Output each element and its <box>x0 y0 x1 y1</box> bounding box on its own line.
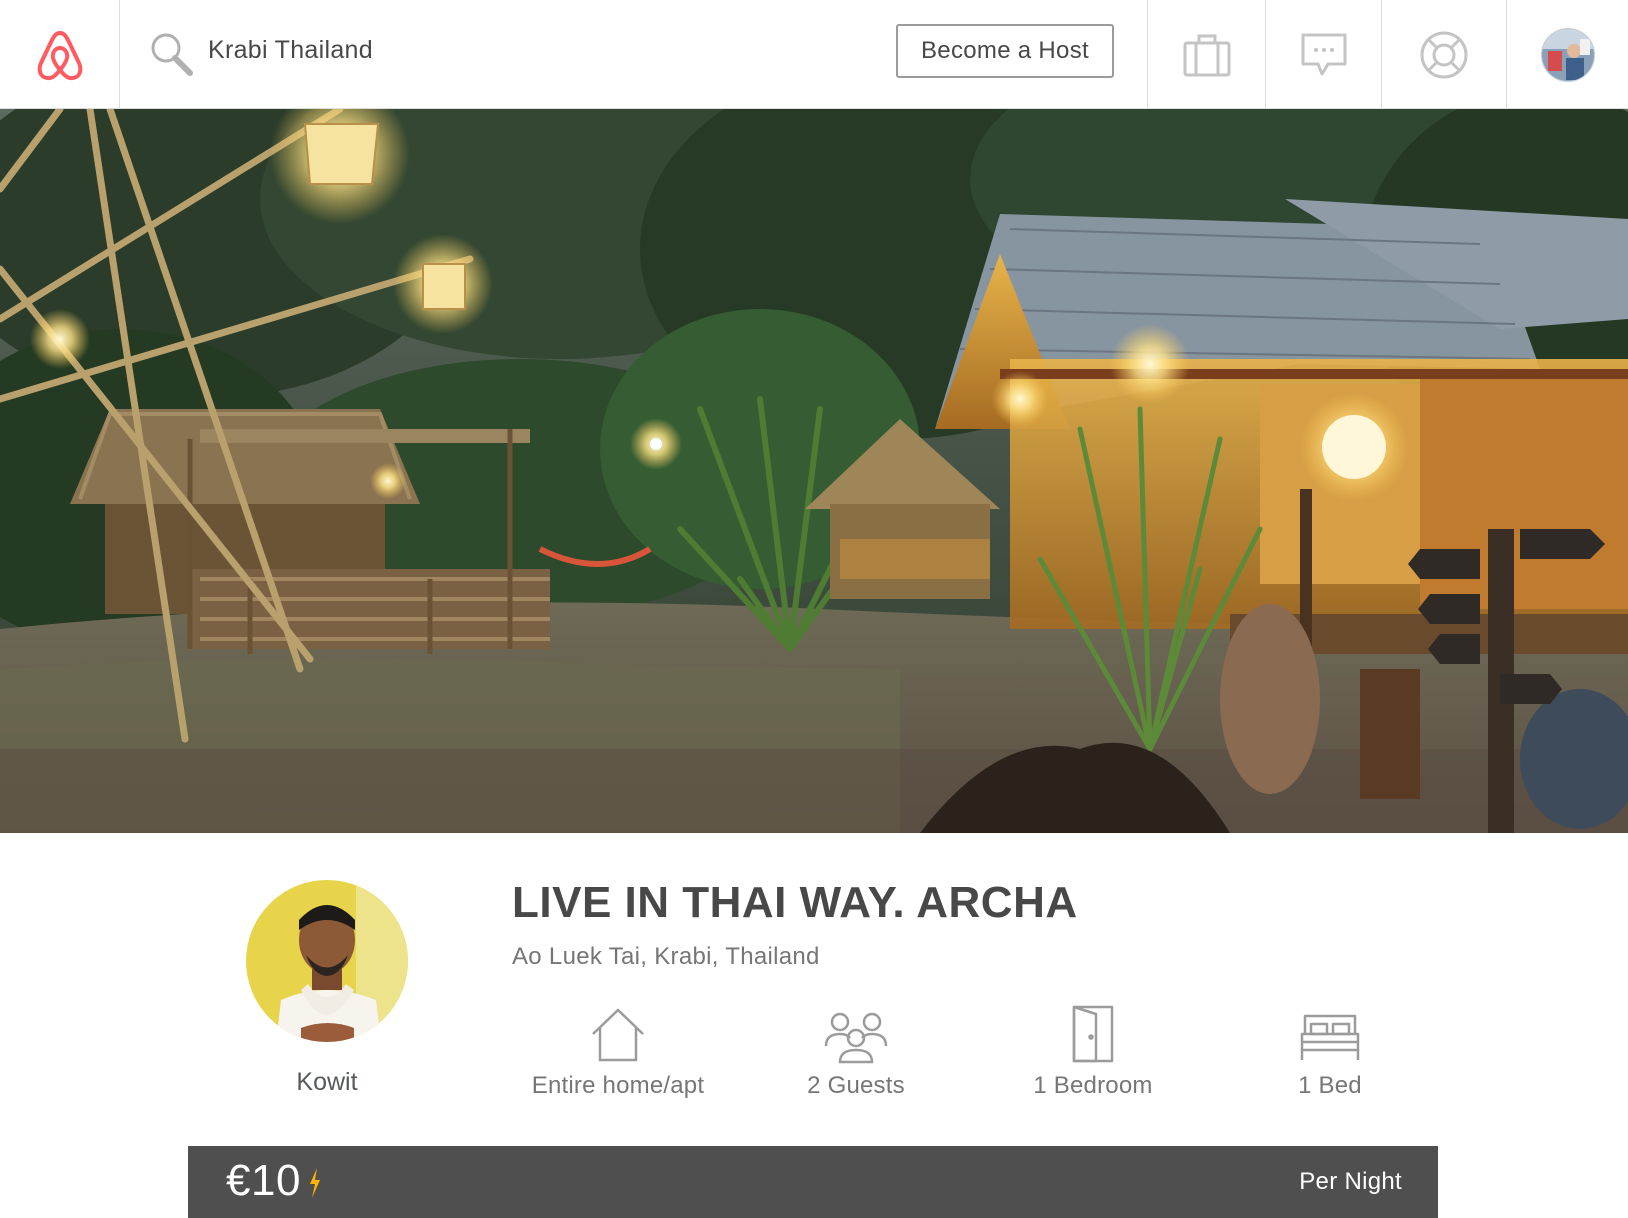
amenity-label: 1 Bed <box>1298 1072 1362 1099</box>
messages-button[interactable] <box>1266 0 1382 109</box>
search-icon <box>151 33 193 76</box>
bed-icon <box>1300 1014 1360 1060</box>
listing-hero-photo[interactable] <box>0 109 1628 833</box>
user-menu[interactable] <box>1507 0 1628 109</box>
chat-bubble-icon <box>1301 33 1346 75</box>
lightning-bolt-icon <box>310 1168 320 1198</box>
amenity-label: 1 Bedroom <box>1033 1072 1153 1099</box>
trips-button[interactable] <box>1148 0 1266 109</box>
price-period: Per Night <box>1299 1168 1402 1195</box>
lifebuoy-icon <box>1420 31 1468 78</box>
listing-title: LIVE IN THAI WAY. ARCHA <box>512 878 1078 927</box>
search-area[interactable]: Krabi Thailand Become a Host <box>120 0 1148 109</box>
amenity-bedrooms: 1 Bedroom <box>993 1002 1193 1100</box>
host-avatar[interactable] <box>246 880 408 1042</box>
user-avatar[interactable] <box>1540 27 1595 82</box>
top-nav-bar: Krabi Thailand Become a Host <box>0 0 1628 109</box>
help-button[interactable] <box>1382 0 1507 109</box>
door-icon <box>1072 1005 1114 1063</box>
search-input[interactable]: Krabi Thailand <box>208 36 373 65</box>
become-host-button[interactable]: Become a Host <box>896 24 1114 78</box>
house-icon <box>592 1008 644 1062</box>
amenity-guests: 2 Guests <box>756 1002 956 1100</box>
amenity-label: Entire home/apt <box>531 1072 705 1099</box>
logo-cell[interactable] <box>0 0 120 109</box>
amenity-beds: 1 Bed <box>1230 1002 1430 1100</box>
amenity-room-type: Entire home/apt <box>518 1002 718 1100</box>
listing-location[interactable]: Ao Luek Tai, Krabi, Thailand <box>512 943 820 971</box>
amenity-label: 2 Guests <box>807 1072 905 1099</box>
price-bar[interactable]: €10 Per Night <box>188 1146 1438 1218</box>
nightly-price: €10 <box>226 1156 301 1205</box>
guests-icon <box>824 1012 888 1064</box>
host-name[interactable]: Kowit <box>246 1068 408 1097</box>
airbnb-logo-icon[interactable] <box>34 27 86 83</box>
suitcase-icon <box>1183 34 1230 76</box>
